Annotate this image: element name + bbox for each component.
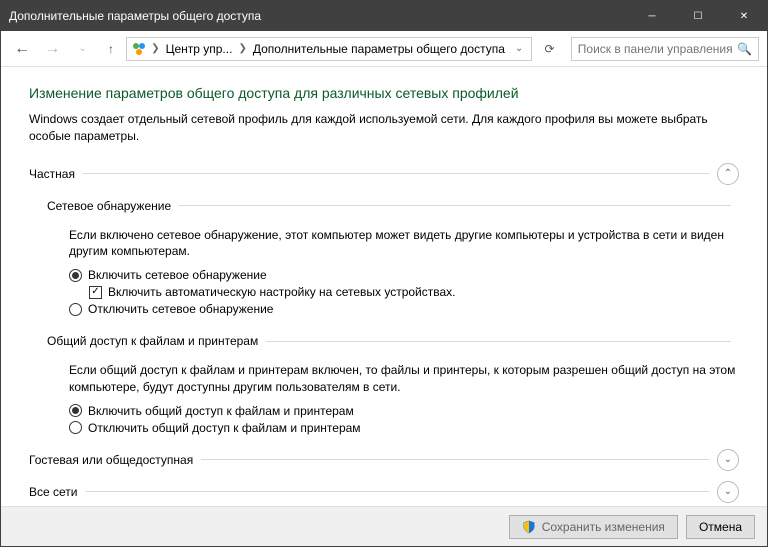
footer-bar: Сохранить изменения Отмена [1,506,767,546]
subsection-fileshare: Общий доступ к файлам и принтерам [47,328,739,354]
titlebar: Дополнительные параметры общего доступа … [1,1,767,31]
page-heading: Изменение параметров общего доступа для … [29,85,739,101]
window-title: Дополнительные параметры общего доступа [9,9,629,23]
search-input[interactable] [578,42,737,56]
radio-icon [69,269,82,282]
radio-discovery-off[interactable]: Отключить сетевое обнаружение [69,302,739,316]
breadcrumb-segment[interactable]: Центр упр... [164,42,235,56]
chevron-down-icon[interactable]: ⌄ [717,449,739,471]
radio-label: Включить общий доступ к файлам и принтер… [88,404,354,418]
subsection-discovery: Сетевое обнаружение [47,193,739,219]
address-bar[interactable]: ❯ Центр упр... ❯ Дополнительные параметр… [126,37,532,61]
search-box[interactable]: 🔍 [571,37,759,61]
checkbox-icon: ✓ [89,286,102,299]
control-panel-icon [131,41,147,57]
section-label: Частная [29,167,75,181]
discovery-description: Если включено сетевое обнаружение, этот … [69,227,739,261]
cancel-label: Отмена [699,520,742,534]
subsection-label: Общий доступ к файлам и принтерам [47,334,258,348]
save-label: Сохранить изменения [542,520,665,534]
section-private[interactable]: Частная ⌃ [29,163,739,185]
radio-icon [69,303,82,316]
radio-label: Отключить общий доступ к файлам и принте… [88,421,361,435]
back-button[interactable]: ← [9,35,35,63]
recent-dropdown[interactable]: ⌄ [69,35,95,63]
save-button[interactable]: Сохранить изменения [509,515,678,539]
page-description: Windows создает отдельный сетевой профил… [29,111,739,145]
radio-label: Включить сетевое обнаружение [88,268,267,282]
chevron-right-icon: ❯ [149,43,161,54]
cancel-button[interactable]: Отмена [686,515,755,539]
search-icon: 🔍 [737,42,752,56]
nav-toolbar: ← → ⌄ ↑ ❯ Центр упр... ❯ Дополнительные … [1,31,767,67]
radio-icon [69,421,82,434]
breadcrumb-segment[interactable]: Дополнительные параметры общего доступа [251,42,507,56]
checkbox-auto-setup[interactable]: ✓ Включить автоматическую настройку на с… [89,285,739,299]
content-area: Изменение параметров общего доступа для … [1,67,767,506]
radio-discovery-on[interactable]: Включить сетевое обнаружение [69,268,739,282]
radio-icon [69,404,82,417]
chevron-down-icon[interactable]: ⌄ [717,481,739,503]
section-label: Все сети [29,485,78,499]
chevron-up-icon[interactable]: ⌃ [717,163,739,185]
fileshare-description: Если общий доступ к файлам и принтерам в… [69,362,739,396]
shield-icon [522,520,536,534]
close-button[interactable]: ✕ [721,1,767,31]
refresh-button[interactable]: ⟳ [538,37,560,61]
address-dropdown[interactable]: ⌄ [511,43,527,54]
subsection-label: Сетевое обнаружение [47,199,171,213]
minimize-button[interactable]: ─ [629,1,675,31]
radio-label: Отключить сетевое обнаружение [88,302,273,316]
forward-button[interactable]: → [39,35,65,63]
section-label: Гостевая или общедоступная [29,453,193,467]
radio-fileshare-off[interactable]: Отключить общий доступ к файлам и принте… [69,421,739,435]
section-guest[interactable]: Гостевая или общедоступная ⌄ [29,449,739,471]
section-all-networks[interactable]: Все сети ⌄ [29,481,739,503]
radio-fileshare-on[interactable]: Включить общий доступ к файлам и принтер… [69,404,739,418]
checkbox-label: Включить автоматическую настройку на сет… [108,285,456,299]
up-button[interactable]: ↑ [100,37,122,61]
chevron-right-icon: ❯ [236,43,248,54]
maximize-button[interactable]: ☐ [675,1,721,31]
